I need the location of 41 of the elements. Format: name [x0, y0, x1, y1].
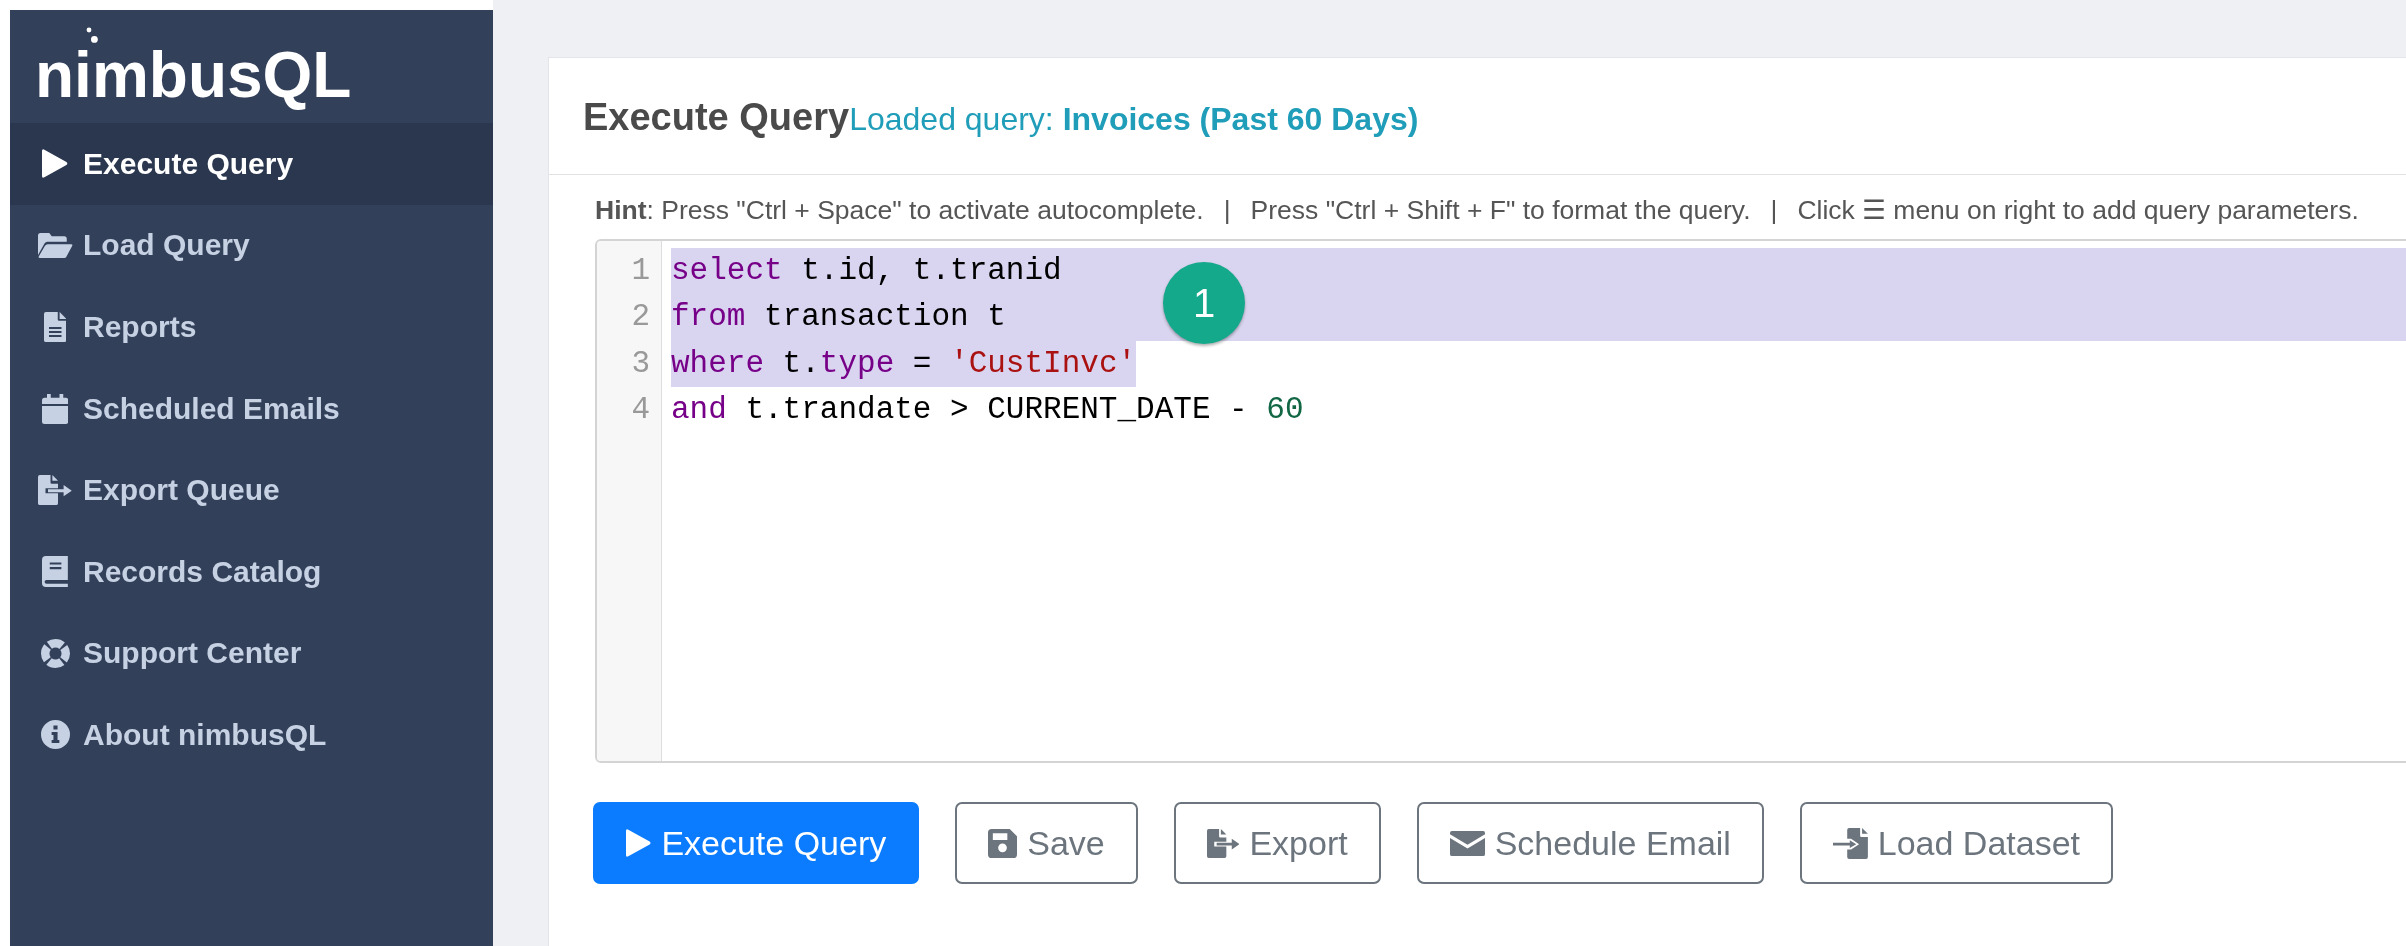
play-icon	[41, 148, 69, 180]
line-number: 3	[631, 344, 650, 383]
hint-text: Press "Ctrl + Shift + F" to format the query.	[1250, 194, 1751, 226]
book-icon	[42, 556, 68, 588]
code-editor[interactable]: 1 2 3 4 select t.id, t.tranid from transaction t where t.type = 'CustInvc' and t.trandate > CURRENT_DATE - 60 1	[595, 239, 2406, 763]
play-icon	[626, 828, 652, 858]
sidebar-item[interactable]: Reports	[10, 286, 493, 368]
action-button[interactable]: Export	[1173, 802, 1381, 884]
sidebar-item[interactable]: Load Query	[10, 204, 493, 287]
sidebar-item[interactable]: Support Center	[10, 612, 493, 695]
action-button[interactable]: Save	[955, 802, 1138, 884]
info-icon	[40, 720, 70, 750]
line-number: 1	[631, 252, 650, 290]
action-button[interactable]: Schedule Email	[1416, 802, 1764, 884]
sidebar-item[interactable]: About nimbusQL	[10, 694, 493, 776]
sidebar-item[interactable]: Execute Query	[10, 123, 493, 205]
hint-separator: |	[1769, 194, 1779, 226]
hint-text: Click ☰ menu on right to add query parameters.	[1797, 194, 2359, 226]
calendar-icon	[41, 393, 69, 424]
code-line: select t.id, t.tranid	[671, 252, 1062, 290]
line-number: 4	[631, 391, 650, 429]
code-line: from transaction t	[671, 298, 1006, 337]
code-line: and t.trandate > CURRENT_DATE - 60	[671, 391, 1304, 429]
sidebar-item[interactable]: Export Queue	[10, 449, 493, 531]
sidebar-item[interactable]: Scheduled Emails	[10, 367, 493, 450]
folder-icon	[37, 232, 73, 258]
file-export-icon	[1206, 828, 1240, 858]
file-import-icon	[1832, 827, 1868, 859]
sidebar-item[interactable]: Records Catalog	[10, 530, 493, 613]
bubbles-icon	[85, 27, 98, 43]
action-button[interactable]: Execute Query	[593, 802, 920, 884]
page-title: Execute Query	[583, 95, 850, 140]
hint-text: Hint: Press "Ctrl + Space" to activate autocomplete.	[595, 194, 1204, 226]
line-number: 2	[631, 298, 650, 337]
loaded-query-text: Loaded query: Invoices (Past 60 Days)	[849, 101, 1419, 137]
hint-separator: |	[1222, 194, 1232, 226]
life-ring-icon	[40, 638, 70, 668]
action-button[interactable]: Load Dataset	[1799, 802, 2114, 884]
document-icon	[43, 312, 67, 342]
envelope-icon	[1449, 830, 1485, 856]
file-export-icon	[38, 475, 72, 506]
